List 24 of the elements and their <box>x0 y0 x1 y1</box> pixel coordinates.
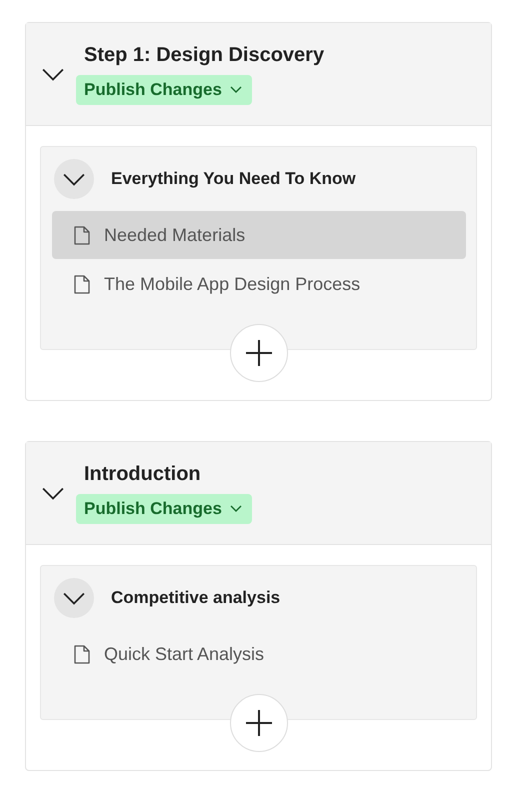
section-title: Introduction <box>83 462 202 486</box>
chevron-icon <box>42 68 64 80</box>
collapse-button[interactable] <box>42 486 64 500</box>
lesson-item[interactable]: Quick Start Analysis <box>52 630 466 678</box>
lesson-item[interactable]: Needed Materials <box>52 211 466 259</box>
caret-icon <box>230 505 242 512</box>
document-icon <box>74 226 90 244</box>
chevron-icon <box>63 592 85 604</box>
plus-icon <box>244 709 272 737</box>
chevron-icon <box>63 172 85 186</box>
section-title: Step 1: Design Discovery <box>83 44 324 66</box>
document-icon <box>74 644 90 664</box>
plus-icon <box>244 339 272 367</box>
group-title: Competitive analysis <box>111 588 280 608</box>
group-title: Everything You Need To Know <box>111 169 356 189</box>
document-icon <box>74 274 90 294</box>
collapse-button[interactable] <box>54 159 94 199</box>
caret-icon <box>230 86 242 93</box>
chevron-icon <box>42 486 64 500</box>
collapse-button[interactable] <box>42 68 64 80</box>
status-dropdown[interactable]: Publish Changes <box>76 74 252 104</box>
status-dropdown[interactable]: Publish Changes <box>76 494 252 524</box>
lesson-item[interactable]: The Mobile App Design Process <box>52 260 466 308</box>
collapse-button[interactable] <box>54 578 94 618</box>
